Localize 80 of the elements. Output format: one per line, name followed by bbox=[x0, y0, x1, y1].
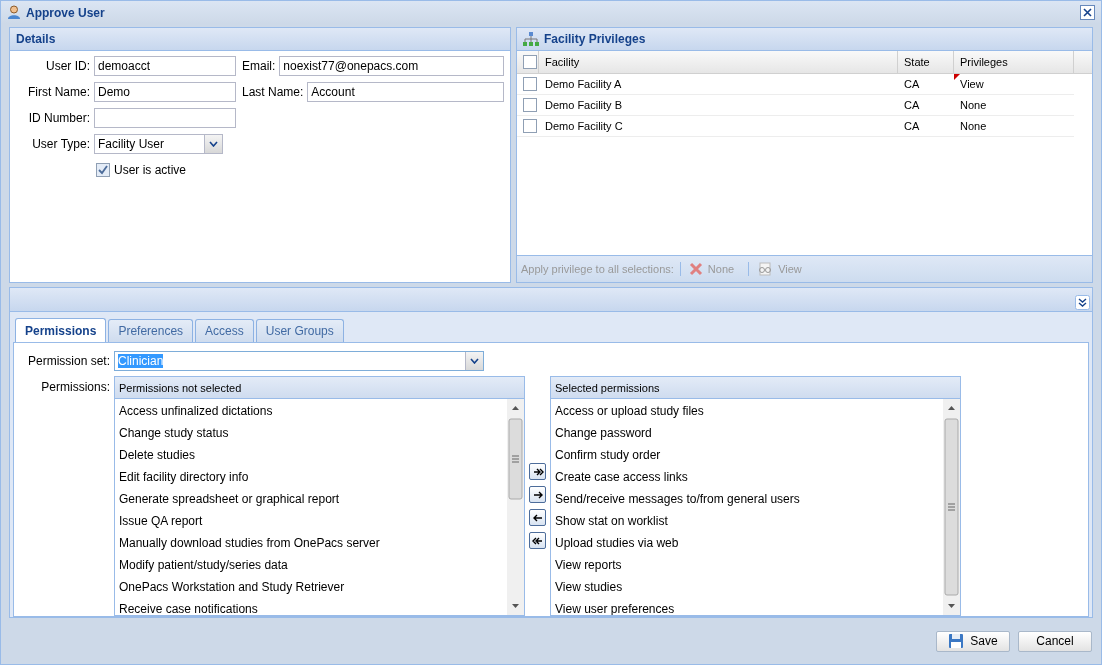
list-item[interactable]: Receive case notifications bbox=[119, 598, 503, 615]
hierarchy-icon bbox=[523, 32, 539, 46]
remove-all-icon[interactable] bbox=[529, 532, 546, 549]
list-item[interactable]: Change study status bbox=[119, 422, 503, 444]
field-label: Last Name: bbox=[242, 85, 304, 99]
field-label: User ID: bbox=[45, 59, 90, 73]
list-item[interactable]: Issue QA report bbox=[119, 510, 503, 532]
table-cell-text: CA bbox=[903, 98, 921, 113]
column-header[interactable]: State bbox=[898, 51, 954, 73]
tab[interactable]: User Groups bbox=[255, 319, 344, 342]
table-cell-text: None bbox=[959, 98, 988, 113]
glasses-icon bbox=[757, 262, 774, 276]
panel-title: Details bbox=[16, 32, 56, 46]
input-field[interactable] bbox=[94, 108, 236, 128]
list-item[interactable]: Access unfinalized dictations bbox=[119, 400, 503, 422]
select-all-checkbox[interactable] bbox=[523, 55, 537, 69]
field-label: User Type: bbox=[31, 137, 90, 151]
list-item[interactable]: Modify patient/study/series data bbox=[119, 554, 503, 576]
row-checkbox[interactable] bbox=[523, 98, 537, 112]
save-button[interactable]: Save bbox=[936, 630, 1010, 652]
input-field[interactable]: Account bbox=[307, 82, 504, 102]
user-icon bbox=[7, 5, 21, 20]
list-item[interactable]: Send/receive messages to/from general users bbox=[555, 488, 939, 510]
toolbar-label: Apply privilege to all selections: bbox=[521, 263, 674, 275]
list-item[interactable]: Show stat on worklist bbox=[555, 510, 939, 532]
available-permissions-list[interactable] bbox=[114, 376, 525, 616]
selected-permissions-list[interactable] bbox=[550, 376, 961, 616]
panel-title: Facility Privileges bbox=[544, 32, 646, 46]
field-label: Email: bbox=[242, 59, 276, 73]
list-item[interactable]: View user preferences bbox=[555, 598, 939, 615]
input-field[interactable]: demoacct bbox=[94, 56, 236, 76]
caret-icon bbox=[470, 358, 479, 364]
list-header: Selected permissions bbox=[551, 377, 960, 399]
cross-icon bbox=[688, 262, 703, 276]
table-cell-text: Demo Facility A bbox=[544, 77, 623, 92]
tab[interactable]: Preferences bbox=[108, 319, 194, 342]
window-title: Approve User bbox=[26, 5, 106, 20]
field-label: Permission set: bbox=[26, 354, 110, 368]
close-button[interactable] bbox=[1080, 5, 1095, 20]
list-item[interactable]: Change password bbox=[555, 422, 939, 444]
list-item[interactable]: Upload studies via web bbox=[555, 532, 939, 554]
list-item[interactable]: Delete studies bbox=[119, 444, 503, 466]
list-item[interactable]: OnePacs Workstation and Study Retriever bbox=[119, 576, 503, 598]
column-header[interactable]: Privileges bbox=[954, 51, 1074, 73]
add-icon[interactable] bbox=[529, 486, 546, 503]
tab[interactable]: Access bbox=[195, 319, 254, 342]
add-all-icon[interactable] bbox=[529, 463, 546, 480]
list-item[interactable]: View reports bbox=[555, 554, 939, 576]
column-header[interactable]: Facility bbox=[539, 51, 898, 73]
user-type-select[interactable]: Facility User bbox=[94, 134, 223, 154]
tab[interactable]: Permissions bbox=[15, 318, 107, 342]
field-label: Permissions: bbox=[40, 379, 110, 394]
table-cell-text: None bbox=[959, 119, 988, 134]
table-cell-text: Demo Facility B bbox=[544, 98, 624, 113]
list-item[interactable]: Manually download studies from OnePacs server bbox=[119, 532, 503, 554]
list-item[interactable]: Create case access links bbox=[555, 466, 939, 488]
list-item[interactable]: Access or upload study files bbox=[555, 400, 939, 422]
table-cell-text: CA bbox=[903, 119, 921, 134]
input-field[interactable]: noexist77@onepacs.com bbox=[279, 56, 504, 76]
scrollbar[interactable] bbox=[943, 399, 960, 615]
field-label: ID Number: bbox=[27, 111, 90, 125]
caret-icon bbox=[209, 141, 218, 147]
table-cell: View bbox=[954, 74, 1074, 94]
checkbox-label: User is active bbox=[114, 163, 187, 177]
field-label: First Name: bbox=[27, 85, 90, 99]
table-cell-text: CA bbox=[903, 77, 921, 92]
list-item[interactable]: Confirm study order bbox=[555, 444, 939, 466]
input-field[interactable]: Demo bbox=[94, 82, 236, 102]
expand-icon[interactable] bbox=[1075, 295, 1090, 310]
row-checkbox[interactable] bbox=[523, 119, 537, 133]
scrollbar[interactable] bbox=[507, 399, 524, 615]
row-checkbox[interactable] bbox=[523, 77, 537, 91]
active-checkbox[interactable] bbox=[96, 163, 110, 177]
list-item[interactable]: View studies bbox=[555, 576, 939, 598]
table-cell-text: Demo Facility C bbox=[544, 119, 624, 134]
list-item[interactable]: Generate spreadsheet or graphical report bbox=[119, 488, 503, 510]
list-item[interactable]: Edit facility directory info bbox=[119, 466, 503, 488]
remove-icon[interactable] bbox=[529, 509, 546, 526]
list-header: Permissions not selected bbox=[115, 377, 524, 399]
cancel-button[interactable]: Cancel bbox=[1018, 630, 1092, 652]
